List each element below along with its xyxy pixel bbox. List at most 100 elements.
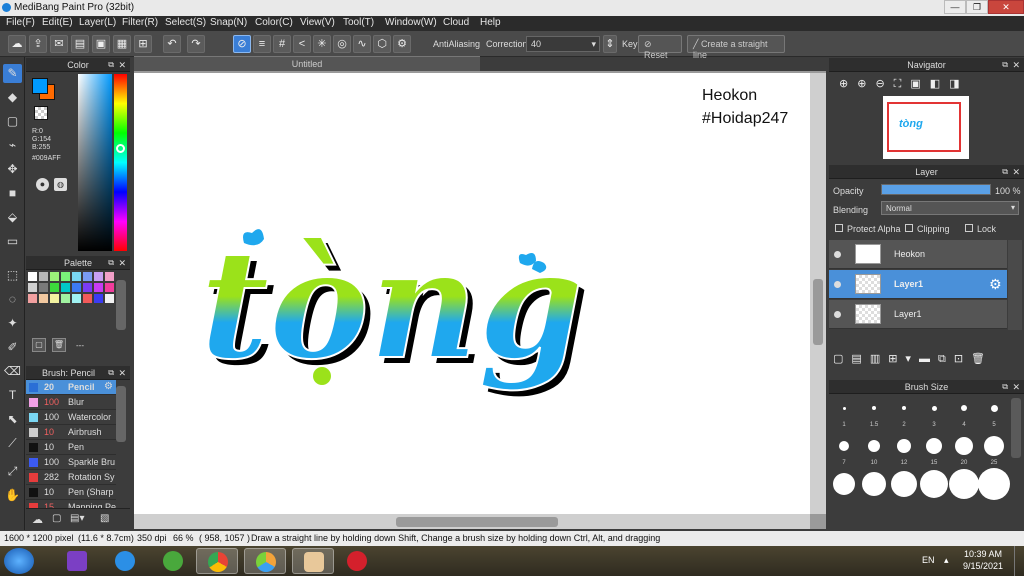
canvas-horizontal-scrollbar[interactable]	[134, 514, 810, 529]
navigator-preview[interactable]: tòng	[883, 96, 969, 159]
color-wheel-icon[interactable]: ●	[36, 178, 49, 191]
palette-swatch[interactable]	[61, 283, 70, 292]
save-icon[interactable]: ▣	[92, 35, 110, 53]
brush-size-option[interactable]	[949, 469, 979, 499]
rectangle-tool-icon[interactable]: ▢	[3, 112, 22, 131]
new-palette-icon[interactable]: ▢	[32, 338, 46, 352]
canvas-tab[interactable]: Untitled	[134, 56, 480, 71]
new-layer-icon[interactable]: ▢	[833, 353, 851, 365]
close-button[interactable]: ✕	[988, 0, 1024, 14]
protect-alpha-checkbox[interactable]	[835, 224, 843, 232]
brush-list-scrollbar[interactable]	[116, 386, 126, 442]
palette-swatch[interactable]	[28, 294, 37, 303]
float-icon[interactable]: ⧉	[108, 256, 114, 270]
add-layer-menu-icon[interactable]: ⊞▾	[888, 353, 919, 365]
duplicate-layer-icon[interactable]: ⧉	[938, 353, 954, 365]
maximize-button[interactable]: ❐	[966, 0, 988, 14]
menu-color[interactable]: Color(C)	[255, 17, 293, 28]
palette-swatch[interactable]	[61, 272, 70, 281]
hue-slider-handle[interactable]	[116, 144, 125, 153]
visibility-eye-icon[interactable]	[834, 281, 841, 288]
brush-item[interactable]: 10 Pen	[26, 440, 116, 455]
brush-item[interactable]: 100 Blur	[26, 395, 116, 410]
brush-size-option[interactable]	[872, 406, 876, 410]
brush-size-option[interactable]	[990, 404, 998, 412]
eraser-tool-icon[interactable]: ◆	[3, 88, 22, 107]
dot-tool-icon[interactable]: ⌁	[3, 136, 22, 155]
zoom-in-icon[interactable]: ⊕	[857, 78, 875, 90]
taskbar-paint[interactable]	[292, 548, 334, 574]
palette-swatch[interactable]	[50, 272, 59, 281]
palette-swatch[interactable]	[105, 294, 114, 303]
palette-swatch[interactable]	[72, 294, 81, 303]
brush-size-option[interactable]	[984, 436, 1004, 456]
new-halftone-layer-icon[interactable]: ▤	[851, 353, 869, 365]
operation-tool-icon[interactable]: ⬉	[3, 410, 22, 429]
start-button[interactable]	[4, 548, 34, 574]
brush-size-option[interactable]	[868, 440, 880, 452]
brush-size-option[interactable]	[978, 468, 1010, 500]
taskbar-coccoc[interactable]	[152, 548, 194, 574]
layer-row-selected[interactable]: Layer1 ⚙	[829, 270, 1007, 299]
taskbar-visualstudio[interactable]	[56, 548, 98, 574]
float-icon[interactable]: ⧉	[1002, 165, 1008, 179]
palette-swatch[interactable]	[83, 294, 92, 303]
brush-item[interactable]: 15 Mapping Pe	[26, 500, 116, 508]
foreground-color-swatch[interactable]	[32, 78, 48, 94]
palette-swatch[interactable]	[94, 283, 103, 292]
fit-window-icon[interactable]: ▣	[910, 78, 929, 90]
settings-gear-icon[interactable]: ⚙	[393, 35, 411, 53]
layer-settings-gear-icon[interactable]: ⚙	[989, 276, 1002, 293]
palette-swatch[interactable]	[61, 294, 70, 303]
bucket-tool-icon[interactable]: ⬙	[3, 208, 22, 227]
new-file-icon[interactable]: ▤	[71, 35, 89, 53]
brush-size-option[interactable]	[926, 438, 942, 454]
divide-tool-icon[interactable]: ⤢	[3, 462, 22, 481]
new-8bit-layer-icon[interactable]: ▥	[870, 353, 888, 365]
lasso-tool-icon[interactable]: ◌	[3, 290, 22, 309]
menu-cloud[interactable]: Cloud	[443, 17, 469, 28]
float-icon[interactable]: ⧉	[108, 366, 114, 380]
close-icon[interactable]: ✕	[118, 366, 126, 380]
circle-snap-icon[interactable]: ◎	[333, 35, 351, 53]
brush-size-option[interactable]	[833, 473, 855, 495]
close-icon[interactable]: ✕	[1012, 58, 1020, 72]
menu-edit[interactable]: Edit(E)	[42, 17, 73, 28]
minimize-button[interactable]: —	[944, 0, 966, 14]
visibility-eye-icon[interactable]	[834, 251, 841, 258]
saturation-value-picker[interactable]	[78, 74, 112, 251]
taskbar-chrome[interactable]	[196, 548, 238, 574]
palette-scrollbar[interactable]	[116, 280, 126, 330]
brush-size-option[interactable]	[839, 441, 849, 451]
brush-settings-gear-icon[interactable]: ⚙	[104, 381, 113, 392]
gradient-tool-icon[interactable]: ▭	[3, 232, 22, 251]
parallel-snap-icon[interactable]: ≡	[253, 35, 271, 53]
tray-expand-icon[interactable]: ▴	[944, 555, 949, 566]
menu-window[interactable]: Window(W)	[385, 17, 437, 28]
menu-file[interactable]: File(F)	[6, 17, 35, 28]
brush-item[interactable]: 20 Pencil ⚙	[26, 380, 116, 395]
menu-layer[interactable]: Layer(L)	[79, 17, 116, 28]
menu-snap[interactable]: Snap(N)	[210, 17, 247, 28]
palette-swatch[interactable]	[50, 294, 59, 303]
brush-size-option[interactable]	[862, 472, 886, 496]
snap-off-icon[interactable]: ⊘	[233, 35, 251, 53]
new-folder-icon[interactable]: ▬	[919, 353, 938, 365]
brush-size-option[interactable]	[902, 406, 906, 410]
add-brush-icon[interactable]: ▢	[52, 513, 61, 524]
curve-snap-icon[interactable]: ∿	[353, 35, 371, 53]
palette-swatch[interactable]	[28, 272, 37, 281]
correction-select[interactable]: 40 ▾	[526, 36, 600, 52]
float-icon[interactable]: ⧉	[1002, 380, 1008, 394]
merge-down-icon[interactable]: ⊡	[954, 353, 971, 365]
zoom-out-icon[interactable]: ⊖	[875, 78, 893, 90]
actual-size-icon[interactable]: ⛶	[894, 78, 911, 90]
polygon-snap-icon[interactable]: ⬡	[373, 35, 391, 53]
taskbar-medibang[interactable]	[244, 548, 286, 574]
close-icon[interactable]: ✕	[1012, 380, 1020, 394]
text-tool-icon[interactable]: T	[3, 386, 22, 405]
horizontal-scroll-thumb[interactable]	[396, 517, 558, 527]
taskbar-pinterest[interactable]	[336, 548, 378, 574]
vertical-scroll-thumb[interactable]	[813, 279, 823, 345]
hand-tool-icon[interactable]: ✋	[3, 486, 22, 505]
